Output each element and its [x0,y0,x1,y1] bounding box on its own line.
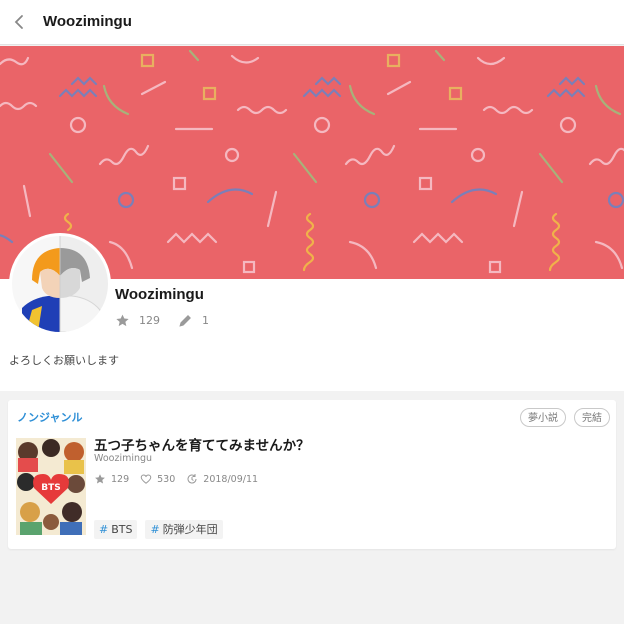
pencil-icon [178,313,193,328]
profile-banner [0,46,624,279]
tag-bulletproof-boy-scouts[interactable]: # 防弾少年団 [145,520,223,539]
update-clock-icon [186,473,198,485]
story-stats: 129 530 2018/09/11 [94,472,269,486]
story-author[interactable]: Woozimingu [94,453,152,464]
tag-label: 防弾少年団 [162,523,218,536]
hash-icon: # [99,523,109,536]
story-title[interactable]: 五つ子ちゃんを育ててみませんか？ [94,434,310,454]
story-tags: # BTS # 防弾少年団 [94,520,231,539]
star-icon [115,313,130,328]
story-card[interactable]: ノンジャンル 夢小説 完結 BTS 五つ子ちゃんを育ててみませんか？ Woozi… [8,400,616,549]
story-updated-date: 2018/09/11 [203,473,259,485]
back-button[interactable] [8,10,30,34]
page-title: Woozimingu [43,13,132,30]
banner-pattern [0,49,624,274]
badge-dream-novel[interactable]: 夢小説 [520,408,566,427]
cover-logo-text: BTS [41,483,60,493]
profile-work-count: 1 [202,313,209,327]
avatar[interactable] [9,233,111,335]
profile-star-count: 129 [139,313,160,327]
tag-bts[interactable]: # BTS [94,520,138,539]
story-genre[interactable]: ノンジャンル [17,409,82,425]
star-icon [94,473,106,485]
story-star-count: 129 [111,473,130,485]
profile-bio: よろしくお願いします [9,354,119,367]
hash-icon: # [150,523,160,536]
top-bar: Woozimingu [0,0,624,45]
story-cover[interactable]: BTS [16,438,86,535]
profile-stats: 129 1 [115,311,227,329]
story-like-count: 530 [157,473,176,485]
tag-label: BTS [111,523,133,536]
cover-image: BTS [16,438,86,535]
chevron-left-icon [14,15,23,29]
heart-icon [140,473,152,485]
badge-completed[interactable]: 完結 [574,408,610,427]
profile-username: Woozimingu [115,286,204,303]
avatar-image [12,236,108,332]
